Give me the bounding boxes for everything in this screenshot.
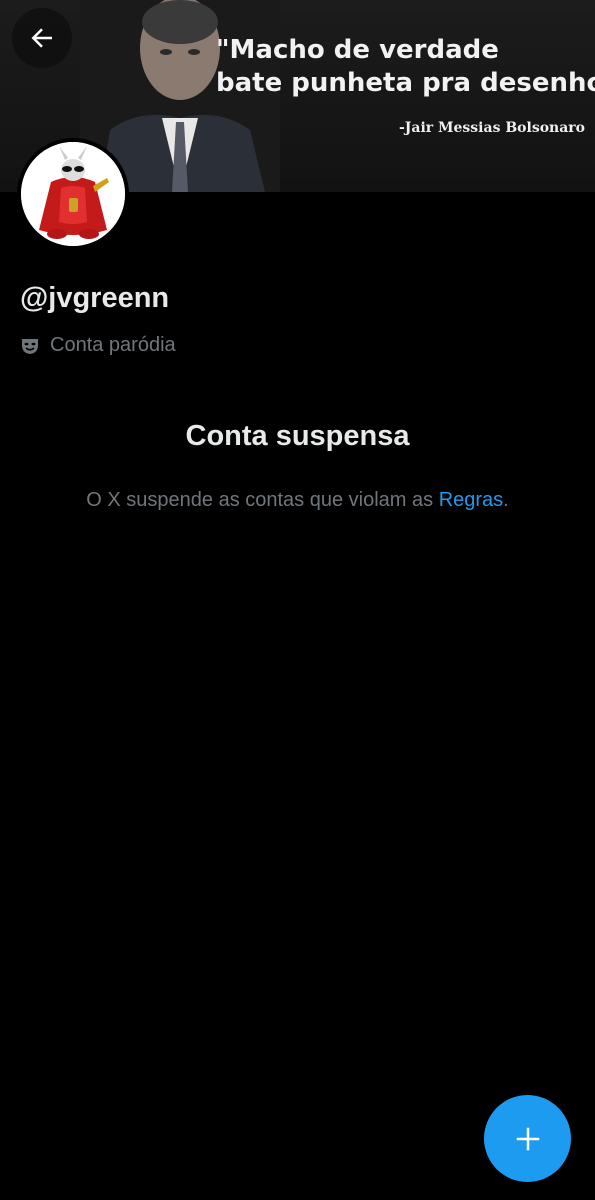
back-button[interactable] [12,8,72,68]
avatar-character [21,142,125,246]
parody-label: Conta paródia [50,334,176,356]
profile-handle: @jvgreenn [20,282,170,314]
suspended-description-period: . [503,489,509,511]
compose-button[interactable] [484,1095,571,1182]
avatar[interactable] [17,138,129,250]
parody-badge: Conta paródia [20,334,176,357]
banner-quote: "Macho de verdade bate punheta pra desen… [216,34,595,100]
plus-icon [516,1127,539,1150]
suspended-description-text: O X suspende as contas que violam as [86,489,439,511]
arrow-left-icon [31,28,52,48]
suspended-description: O X suspende as contas que violam as Reg… [0,489,595,512]
avatar-image [21,142,125,246]
suspended-title: Conta suspensa [185,420,410,452]
banner-quote-line2: bate punheta pra desenho". [216,68,595,98]
banner-quote-line1: "Macho de verdade [216,35,499,65]
rules-link[interactable]: Regras [439,489,503,511]
banner-author: -Jair Messias Bolsonaro [398,120,585,136]
theater-mask-icon [22,338,38,354]
